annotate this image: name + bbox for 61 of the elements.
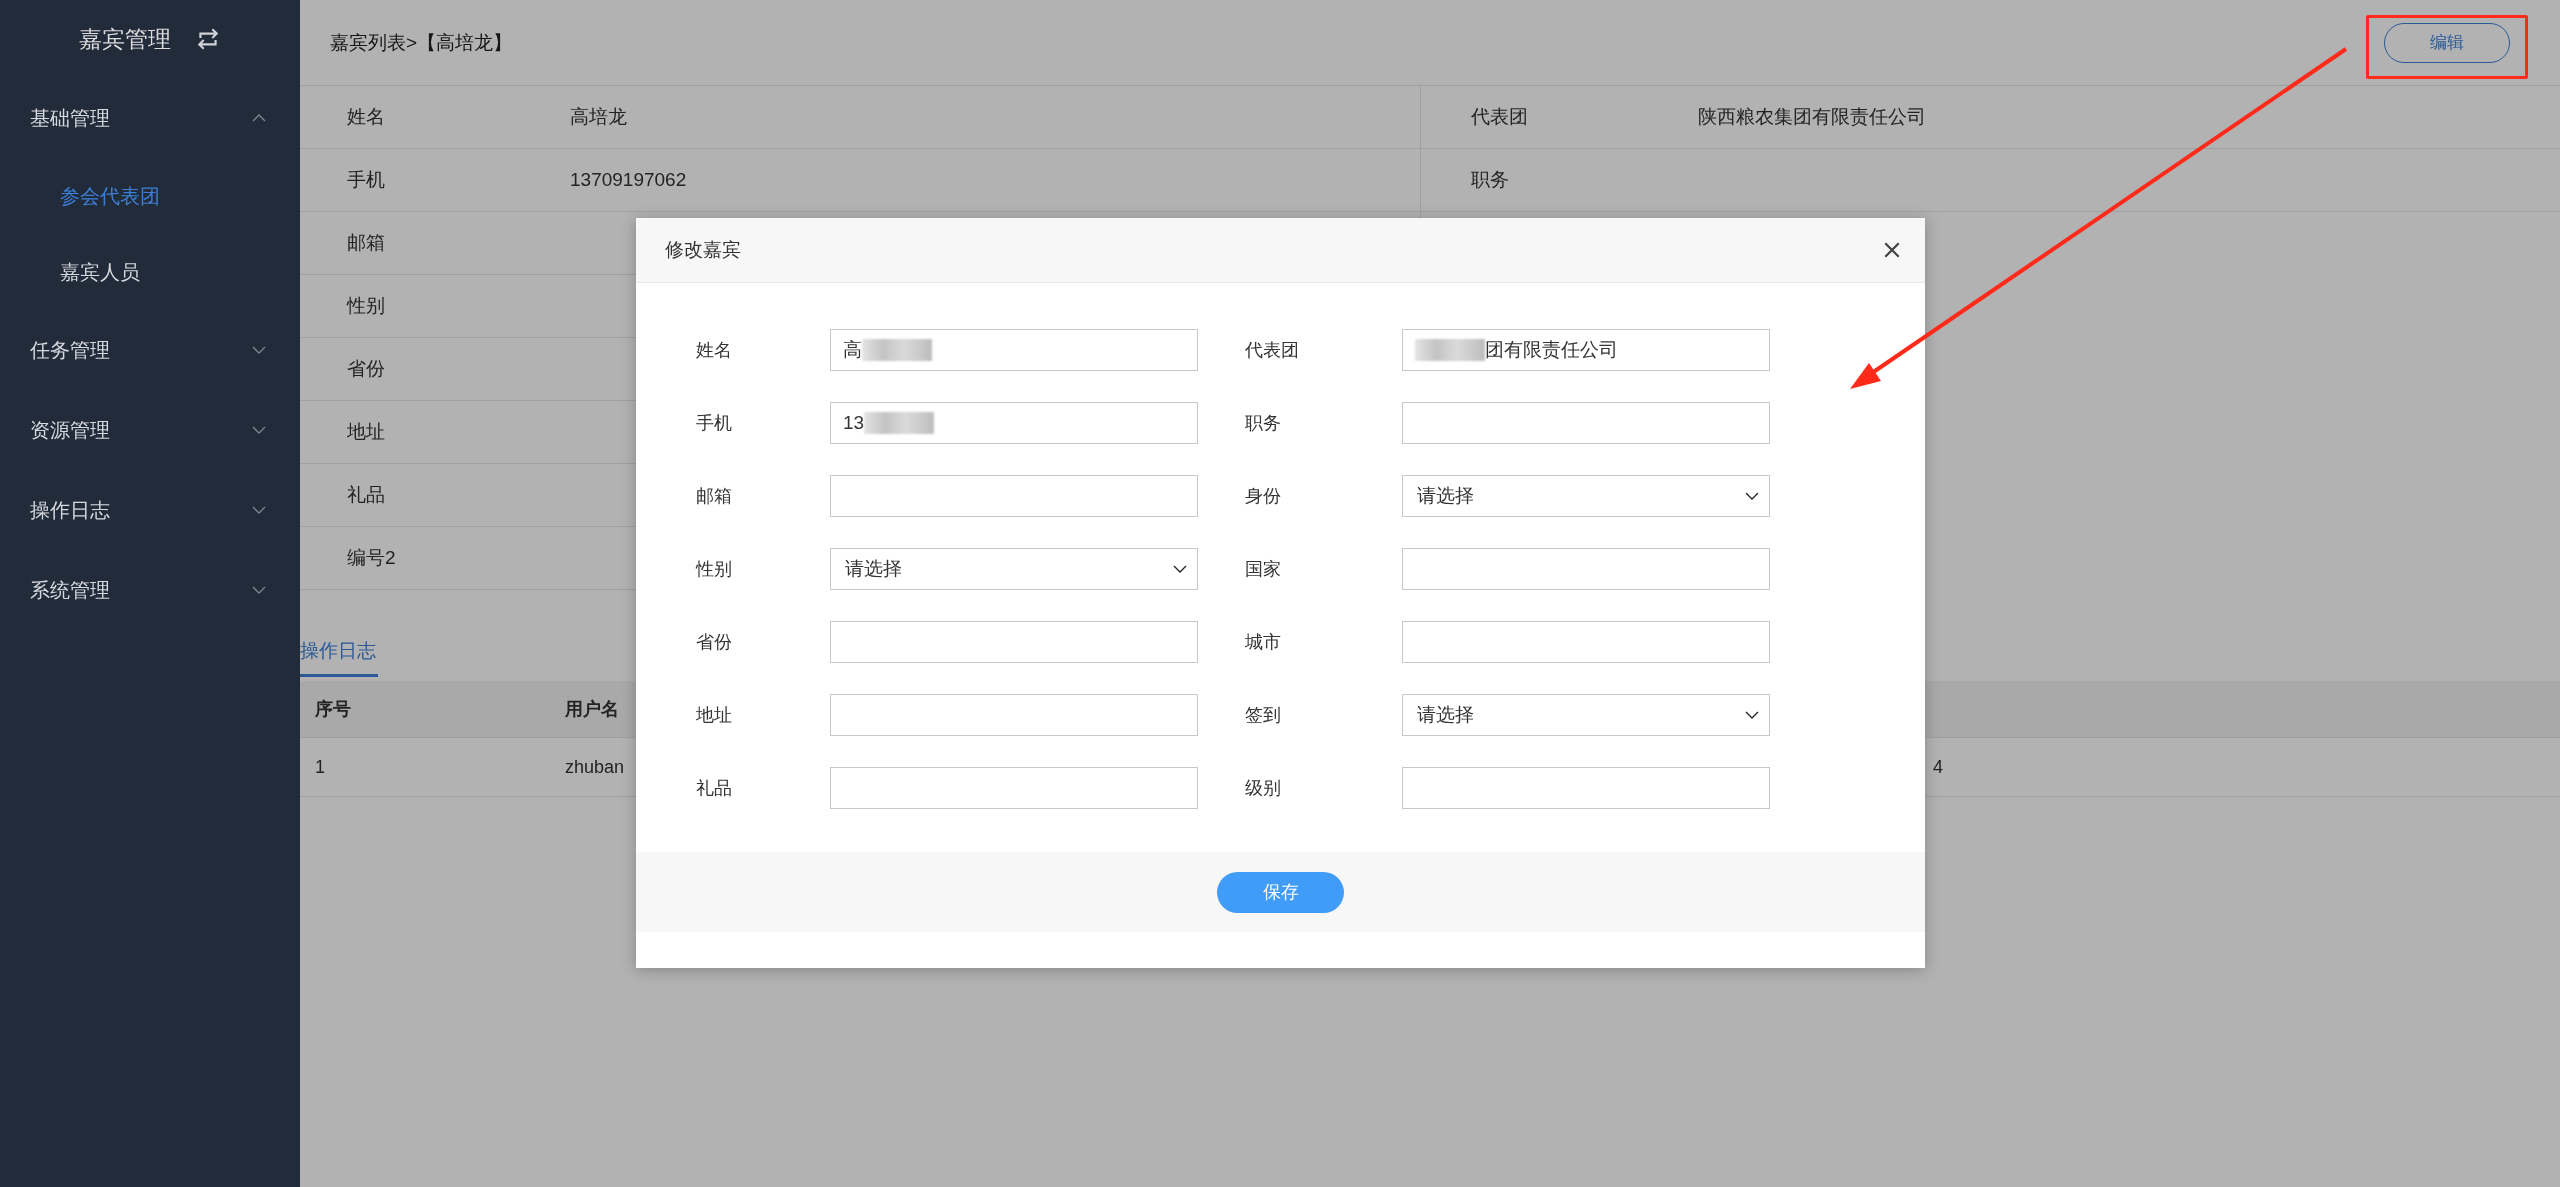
field-label: 代表团 [1470,105,1529,129]
field-label: 地址 [346,420,386,444]
field-label: 性别 [345,294,386,318]
chevron-down-icon [1745,711,1759,719]
field-label: 国家 [1245,558,1282,581]
field-label: 姓名 [346,105,386,129]
menu-item[interactable]: 系统管理 [0,550,300,630]
input-field[interactable] [830,767,1198,809]
chevron-down-icon [1745,492,1759,500]
field-label: 职务 [1245,412,1282,435]
input-field[interactable] [830,621,1198,663]
menu-item[interactable]: 资源管理 [0,390,300,470]
menu-item[interactable]: 操作日志 [0,470,300,550]
menu-item[interactable]: 任务管理 [0,310,300,390]
field-label: 省份 [696,631,733,654]
dialog-title: 修改嘉宾 [665,238,741,262]
field-label: 签到 [1245,704,1282,727]
breadcrumb: 嘉宾列表>【高培龙】 [330,30,513,55]
column-header: 用户名 [565,699,619,719]
input-field[interactable] [1402,621,1770,663]
input-field[interactable] [1402,548,1770,590]
field-label: 礼品 [696,777,733,800]
select-field[interactable]: 请选择 [1402,475,1770,517]
field-label: 邮箱 [346,231,386,255]
select-field[interactable]: 请选择 [1402,694,1770,736]
field-label: 职务 [1470,168,1510,192]
input-field[interactable] [830,475,1198,517]
field-label: 代表团 [1245,339,1300,362]
field-label: 城市 [1245,631,1282,654]
menu-item[interactable]: 基础管理 [0,78,300,158]
select-field[interactable]: 请选择 [830,548,1198,590]
switch-icon[interactable] [195,28,221,50]
field-label: 邮箱 [696,485,733,508]
table-cell: 1 [315,756,325,777]
field-label: 级别 [1245,777,1282,800]
field-value: 13709197062 [570,169,687,191]
input-field[interactable] [1402,402,1770,444]
chevron-down-icon [1173,565,1187,573]
input-field[interactable]: 团有限责任公司 [1402,329,1770,371]
field-label: 姓名 [696,339,733,362]
input-field[interactable]: 13 [830,402,1198,444]
field-label: 地址 [696,704,733,727]
input-field[interactable] [830,694,1198,736]
submenu-item[interactable]: 参会代表团 [0,158,300,234]
field-label: 身份 [1245,485,1282,508]
field-label: 省份 [346,357,386,381]
field-label: 手机 [346,168,386,192]
field-value: 陕西粮农集团有限责任公司 [1698,105,1926,129]
app-title: 嘉宾管理 [79,24,171,54]
column-header: 序号 [315,699,351,719]
input-field[interactable] [1402,767,1770,809]
table-cell: zhuban [565,756,625,777]
field-label: 手机 [696,412,733,435]
submenu-item[interactable]: 嘉宾人员 [0,234,300,310]
table-cell: 4 [1933,756,1943,777]
input-field[interactable]: 高 [830,329,1198,371]
field-label: 礼品 [346,483,386,507]
field-label: 编号2 [346,546,397,570]
close-icon[interactable] [1883,241,1901,259]
field-value: 高培龙 [570,105,627,129]
field-label: 性别 [696,558,733,581]
